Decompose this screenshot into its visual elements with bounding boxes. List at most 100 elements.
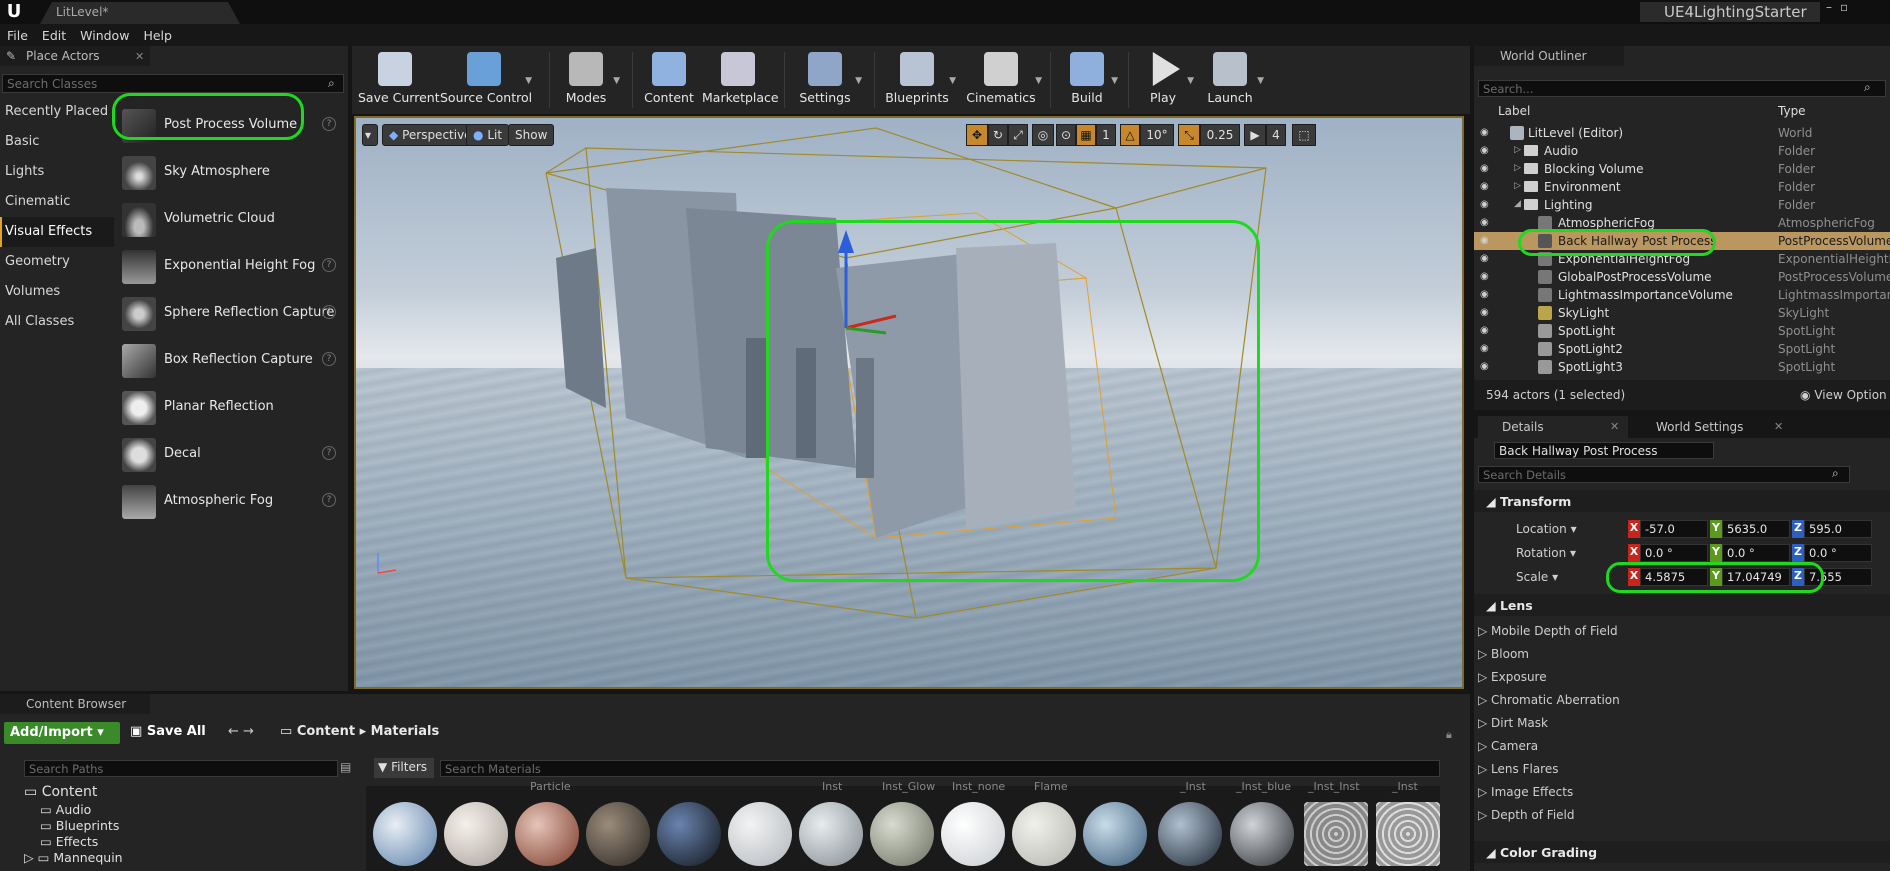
category-cinematic[interactable]: Cinematic [0, 187, 114, 217]
visibility-eye-icon[interactable]: ◉ [1480, 127, 1489, 138]
help-icon[interactable]: ? [322, 352, 336, 366]
cinematics-button[interactable]: Cinematics ▼ [964, 46, 1042, 114]
label-column-header[interactable]: Label [1498, 104, 1530, 118]
menu-file[interactable]: File [0, 24, 35, 43]
visibility-eye-icon[interactable]: ◉ [1480, 181, 1489, 192]
lens-flares[interactable]: ▷ Lens Flares [1478, 762, 1558, 776]
material-thumbnail[interactable] [941, 802, 1005, 866]
save-current-button[interactable]: Save Current [358, 46, 440, 114]
menu-edit[interactable]: Edit [35, 24, 73, 43]
rotation-snap-value[interactable]: 10° [1140, 124, 1174, 146]
rotation-y-field[interactable]: 0.0 ° [1722, 544, 1790, 562]
tree-item-audio[interactable]: ▭ Audio [40, 802, 91, 817]
visibility-eye-icon[interactable]: ◉ [1480, 343, 1489, 354]
visibility-eye-icon[interactable]: ◉ [1480, 307, 1489, 318]
material-thumbnail[interactable] [870, 802, 934, 866]
material-thumbnail[interactable] [1230, 802, 1294, 866]
source-control-button[interactable]: Source Control ▼ [440, 46, 532, 114]
viewport-options-button[interactable]: ▾ [362, 124, 378, 146]
outliner-row[interactable]: ◉ SpotLight SpotLight [1474, 322, 1890, 340]
rotate-tool-icon[interactable]: ↻ [988, 124, 1008, 146]
visibility-eye-icon[interactable]: ◉ [1480, 163, 1489, 174]
help-icon[interactable]: ? [322, 258, 336, 272]
close-tab-icon[interactable]: ✕ [135, 50, 144, 63]
search-classes-input[interactable]: Search Classes [2, 74, 344, 93]
material-thumbnail[interactable] [1012, 802, 1076, 866]
material-thumbnail[interactable] [1083, 802, 1147, 866]
grid-snap-value[interactable]: 1 [1096, 124, 1116, 146]
transform-section-header[interactable]: ◢ Transform [1474, 490, 1890, 512]
marketplace-button[interactable]: Marketplace [702, 46, 779, 114]
rotation-z-field[interactable]: 0.0 ° [1804, 544, 1872, 562]
scale-label[interactable]: Scale ▾ [1516, 570, 1558, 584]
category-lights[interactable]: Lights [0, 157, 114, 187]
view-mode-button[interactable]: ● Lit [466, 124, 510, 146]
content-browser-tab[interactable]: Content Browser [0, 694, 150, 714]
category-geometry[interactable]: Geometry [0, 247, 114, 277]
lens-mobile-dof[interactable]: ▷ Mobile Depth of Field [1478, 624, 1618, 638]
camera-speed-value[interactable]: 4 [1266, 124, 1286, 146]
world-space-icon[interactable]: ◎ [1032, 124, 1054, 146]
scale-snap-icon[interactable]: ⤡ [1178, 124, 1200, 146]
actor-name-field[interactable]: Back Hallway Post Process [1494, 442, 1714, 459]
outliner-search-input[interactable]: Search... [1478, 80, 1886, 97]
save-all-button[interactable]: ▣ Save All [130, 724, 206, 739]
help-icon[interactable]: ? [322, 305, 336, 319]
tree-item-blueprints[interactable]: ▭ Blueprints [40, 818, 119, 833]
actor-item-post-process-volume[interactable]: Post Process Volume? [116, 103, 346, 150]
tree-item-mannequin[interactable]: ▷ ▭ Mannequin [24, 850, 123, 865]
material-thumbnail[interactable] [1376, 802, 1440, 866]
add-import-button[interactable]: Add/Import ▾ [4, 722, 120, 744]
level-viewport[interactable]: ▾ ◆ Perspective ● Lit Show ✥ ↻ ⤢ ◎ ⊙ ▦ 1… [354, 116, 1464, 689]
visibility-eye-icon[interactable]: ◉ [1480, 199, 1489, 210]
material-thumbnail[interactable] [1158, 802, 1222, 866]
perspective-button[interactable]: ◆ Perspective [382, 124, 479, 146]
actor-item-box-reflection-capture[interactable]: Box Reflection Capture? [116, 338, 346, 385]
rotation-x-field[interactable]: 0.0 ° [1640, 544, 1708, 562]
search-paths-input[interactable]: Search Paths [24, 760, 338, 777]
color-grading-section-header[interactable]: ◢ Color Grading [1474, 841, 1890, 863]
breadcrumb-content[interactable]: Content [297, 724, 355, 739]
location-z-field[interactable]: 595.0 [1804, 520, 1872, 538]
surface-snap-icon[interactable]: ⊙ [1056, 124, 1076, 146]
actor-item-atmospheric-fog[interactable]: Atmospheric Fog? [116, 479, 346, 526]
visibility-eye-icon[interactable]: ◉ [1480, 217, 1489, 228]
menu-help[interactable]: Help [136, 24, 179, 43]
show-button[interactable]: Show [508, 124, 555, 146]
outliner-row[interactable]: ◉ LitLevel (Editor) World [1474, 124, 1890, 142]
details-tab[interactable]: Details ✕ [1478, 416, 1628, 438]
visibility-eye-icon[interactable]: ◉ [1480, 253, 1489, 264]
material-thumbnail[interactable] [515, 802, 579, 866]
material-thumbnail[interactable] [373, 802, 437, 866]
category-volumes[interactable]: Volumes [0, 277, 114, 307]
lens-bloom[interactable]: ▷ Bloom [1478, 647, 1529, 661]
outliner-row[interactable]: ◉ AtmosphericFog AtmosphericFog [1474, 214, 1890, 232]
type-column-header[interactable]: Type [1778, 104, 1806, 118]
rotation-label[interactable]: Rotation ▾ [1516, 546, 1576, 560]
material-thumbnail[interactable] [586, 802, 650, 866]
outliner-row[interactable]: ◉ LightmassImportanceVolume LightmassImpor… [1474, 286, 1890, 304]
location-x-field[interactable]: -57.0 [1640, 520, 1708, 538]
outliner-row[interactable]: ◉ SkyLight SkyLight [1474, 304, 1890, 322]
location-label[interactable]: Location ▾ [1516, 522, 1577, 536]
help-icon[interactable]: ? [322, 493, 336, 507]
launch-button[interactable]: Launch ▼ [1200, 46, 1264, 114]
outliner-row[interactable]: ◉ GlobalPostProcessVolume PostProcessVolum… [1474, 268, 1890, 286]
visibility-eye-icon[interactable]: ◉ [1480, 235, 1489, 246]
visibility-eye-icon[interactable]: ◉ [1480, 145, 1489, 156]
search-details-input[interactable]: Search Details [1478, 466, 1850, 483]
outliner-row[interactable]: ◉ ◢ Lighting Folder [1474, 196, 1890, 214]
tree-options-icon[interactable]: ▤ [340, 760, 356, 776]
actor-item-planar-reflection[interactable]: Planar Reflection [116, 385, 346, 432]
world-settings-tab[interactable]: World Settings ✕ [1634, 416, 1784, 438]
lens-depth-of-field[interactable]: ▷ Depth of Field [1478, 808, 1575, 822]
scale-snap-value[interactable]: 0.25 [1200, 124, 1240, 146]
scale-tool-icon[interactable]: ⤢ [1008, 124, 1028, 146]
grid-snap-icon[interactable]: ▦ [1076, 124, 1096, 146]
search-materials-input[interactable]: Search Materials [440, 760, 1440, 777]
filters-button[interactable]: ▼ Filters [374, 758, 434, 778]
scale-y-field[interactable]: 17.04749 [1722, 568, 1790, 586]
outliner-row[interactable]: ◉ ExponentialHeightFog ExponentialHeightFo… [1474, 250, 1890, 268]
place-actors-tab[interactable]: Place Actors [0, 46, 150, 66]
lens-dirt-mask[interactable]: ▷ Dirt Mask [1478, 716, 1548, 730]
